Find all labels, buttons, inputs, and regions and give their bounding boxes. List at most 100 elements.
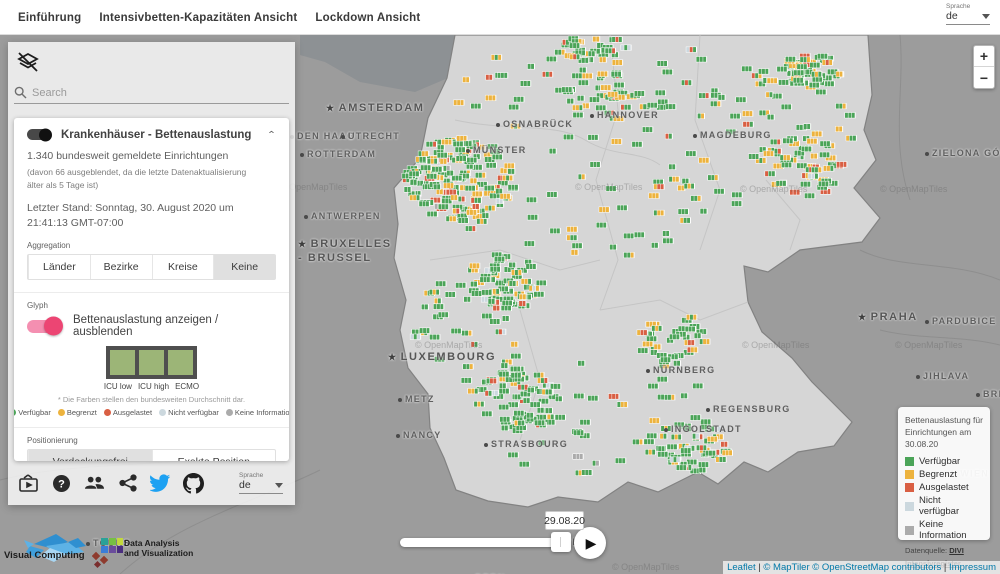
zoom-out-button[interactable]: − bbox=[974, 67, 994, 88]
facility-count: 1.340 bundesweit gemeldete Einrichtungen bbox=[27, 150, 276, 162]
data-source: Datenquelle: DIVI bbox=[905, 546, 983, 555]
chevron-down-icon bbox=[982, 14, 990, 19]
status-legend-item: Nicht verfügbar bbox=[159, 408, 219, 417]
city-label: REGENSBURG bbox=[706, 404, 791, 414]
glyph-preview: ICU lowICU highECMO bbox=[27, 346, 276, 391]
aggregation-segmented-control: LänderBezirkeKreiseKeine bbox=[27, 254, 276, 280]
layer-control-panel: Search Krankenhäuser - Bettenauslastung … bbox=[8, 42, 295, 505]
city-label: NÜRNBERG bbox=[646, 365, 715, 375]
hospital-layer-card: Krankenhäuser - Bettenauslastung ⌃ 1.340… bbox=[14, 118, 289, 461]
glyph-footnote: * Die Farben stellen den bundesweiten Du… bbox=[27, 395, 276, 404]
nav-item[interactable]: Einführung bbox=[18, 12, 81, 24]
last-update-text: Letzter Stand: Sonntag, 30. August 2020 … bbox=[27, 201, 272, 231]
city-label: PARDUBICE bbox=[925, 316, 997, 326]
time-slider-track[interactable] bbox=[400, 538, 571, 547]
status-legend-item: Keine Information bbox=[226, 408, 289, 417]
legend-item: Ausgelastet bbox=[905, 482, 983, 493]
city-label: MAGDEBURG bbox=[693, 130, 772, 140]
city-label: MÜNSTER bbox=[466, 145, 527, 155]
visual-computing-label: Visual Computing bbox=[4, 550, 85, 561]
glyph-cell-label: ICU high bbox=[138, 382, 169, 391]
zoom-in-button[interactable]: + bbox=[974, 46, 994, 67]
city-label: BRUXELLES bbox=[298, 238, 392, 250]
positioning-option[interactable]: Exakte Position bbox=[152, 450, 276, 461]
glyph-cell-label: ECMO bbox=[175, 382, 199, 391]
legend-item: Nicht verfügbar bbox=[905, 495, 983, 517]
play-icon: ▶ bbox=[586, 535, 597, 552]
collapse-chevron-icon[interactable]: ⌃ bbox=[267, 129, 276, 139]
city-label: STRASBOURG bbox=[484, 439, 568, 449]
city-label: ZIELONA GÓRA bbox=[925, 148, 1000, 158]
glyph-visibility-toggle[interactable] bbox=[27, 320, 61, 333]
panel-footer: ? Sprache bbox=[8, 461, 295, 505]
city-label: PRAHA bbox=[858, 311, 918, 323]
app-root: AMSTERDAMDEN HAAGUTRECHTROTTERDAMANTWERP… bbox=[0, 0, 1000, 574]
city-label: ROTTERDAM bbox=[300, 149, 376, 159]
team-icon[interactable] bbox=[84, 473, 105, 494]
openmaptiles-watermark: © OpenMapTiles bbox=[575, 182, 642, 192]
card-title: Krankenhäuser - Bettenauslastung bbox=[61, 129, 267, 141]
top-navbar: Einführung Intensivbetten-Kapazitäten Ans… bbox=[0, 0, 1000, 35]
aggregation-option[interactable]: Keine bbox=[213, 255, 275, 279]
icu-low-cell bbox=[110, 350, 135, 375]
attribution-segment[interactable]: Leaflet bbox=[727, 562, 756, 573]
openmaptiles-watermark: © OpenMapTiles bbox=[612, 562, 679, 572]
city-label: BRNO bbox=[976, 389, 1000, 399]
city-label: HANNOVER bbox=[590, 110, 659, 120]
map-zoom-control: + − bbox=[973, 45, 995, 89]
attribution-segment[interactable]: | bbox=[941, 562, 949, 573]
nav-language-select[interactable]: Sprache de bbox=[946, 3, 992, 25]
nav-item[interactable]: Intensivbetten-Kapazitäten Ansicht bbox=[99, 12, 297, 24]
openmaptiles-watermark: © OpenMapTiles bbox=[740, 184, 807, 194]
time-slider-handle[interactable] bbox=[551, 532, 571, 552]
legend-item: Verfügbar bbox=[905, 456, 983, 467]
panel-language-select[interactable]: Sprache de bbox=[239, 472, 285, 494]
attribution-segment[interactable]: © MapTiler bbox=[763, 562, 809, 573]
map-legend-panel: Bettenauslastung für Einrichtungen am 30… bbox=[898, 407, 990, 540]
city-label: - BRUSSEL bbox=[298, 252, 372, 264]
city-label: ANTWERPEN bbox=[304, 211, 381, 221]
search-placeholder: Search bbox=[32, 87, 67, 99]
glyph-label: Glyph bbox=[27, 301, 276, 310]
twitter-icon[interactable] bbox=[150, 473, 171, 494]
aggregation-label: Aggregation bbox=[27, 241, 276, 250]
status-legend-item: Ausgelastet bbox=[104, 408, 152, 417]
status-color-legend: VerfügbarBegrenztAusgelastetNicht verfüg… bbox=[27, 408, 276, 417]
share-icon[interactable] bbox=[117, 473, 138, 494]
attribution-segment[interactable]: Impressum bbox=[949, 562, 996, 573]
aggregation-option[interactable]: Kreise bbox=[152, 255, 214, 279]
play-button[interactable]: ▶ bbox=[574, 527, 606, 559]
city-label: JIHLAVA bbox=[916, 371, 969, 381]
github-icon[interactable] bbox=[183, 473, 204, 494]
search-input[interactable]: Search bbox=[14, 82, 289, 104]
hide-layers-icon[interactable] bbox=[16, 50, 40, 74]
help-icon[interactable]: ? bbox=[51, 473, 72, 494]
city-label: OSNABRÜCK bbox=[496, 119, 573, 129]
time-slider-tooltip: 29.08.20 bbox=[545, 511, 584, 530]
positioning-option[interactable]: Verdeckungsfrei bbox=[28, 450, 152, 461]
aggregation-option[interactable]: Bezirke bbox=[90, 255, 152, 279]
openmaptiles-watermark: © OpenMapTiles bbox=[742, 340, 809, 350]
openmaptiles-watermark: © OpenMapTiles bbox=[880, 184, 947, 194]
svg-text:?: ? bbox=[58, 478, 65, 490]
glyph-toggle-label: Bettenauslastung anzeigen / ausblenden bbox=[73, 314, 276, 338]
city-label: AMSTERDAM bbox=[326, 102, 425, 114]
status-legend-item: Verfügbar bbox=[14, 408, 51, 417]
legend-title: Bettenauslastung für Einrichtungen am 30… bbox=[905, 414, 983, 450]
legend-item: Keine Information bbox=[905, 519, 983, 541]
nav-item[interactable]: Lockdown Ansicht bbox=[315, 12, 420, 24]
language-value: de bbox=[946, 10, 958, 22]
dav-logo bbox=[92, 536, 124, 570]
language-label: Sprache bbox=[946, 3, 992, 10]
aggregation-option[interactable]: Länder bbox=[28, 255, 90, 279]
video-tutorial-icon[interactable] bbox=[18, 473, 39, 494]
attribution-segment[interactable]: © OpenStreetMap contributors bbox=[812, 562, 941, 573]
positioning-label: Positionierung bbox=[27, 436, 276, 445]
map-attribution: Leaflet | © MapTiler © OpenStreetMap con… bbox=[723, 561, 1000, 574]
positioning-segmented-control: VerdeckungsfreiExakte Position bbox=[27, 449, 276, 461]
layer-toggle[interactable] bbox=[27, 129, 51, 140]
city-label: UTRECHT bbox=[341, 131, 400, 141]
openmaptiles-watermark: © OpenMapTiles bbox=[895, 340, 962, 350]
divi-link[interactable]: DIVI bbox=[949, 546, 964, 555]
city-label: METZ bbox=[398, 394, 435, 404]
